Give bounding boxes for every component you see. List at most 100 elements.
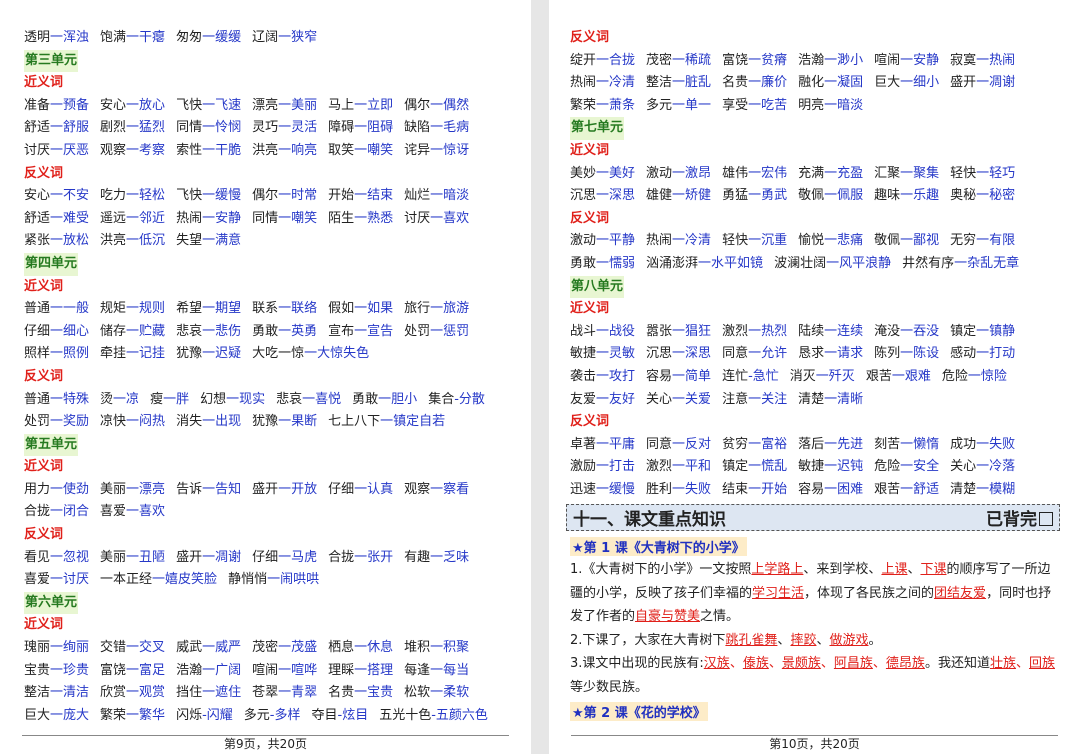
word: 交错	[100, 640, 127, 656]
word-pair: 镇定一慌乱	[722, 456, 787, 479]
word-pair: 绽开一合拢	[570, 50, 635, 73]
word-pair-row: 繁荣一萧条 多元一单一 享受一吃苦 明亮一暗淡	[570, 95, 1080, 118]
unit-heading: 第八单元	[570, 275, 1080, 299]
word: 沉思	[570, 188, 597, 204]
paragraph: 1.《大青树下的小学》一文按照上学路上、来到学校、上课、下课的顺序写了一所边疆的…	[570, 562, 1052, 625]
paired-word: 一缓慢	[596, 481, 636, 497]
paragraph: 3.课文中出现的民族有:汉族、傣族、景颇族、阿昌族、德昂族。我还知道壮族、回族等…	[570, 656, 1055, 695]
word: 遥远	[100, 210, 127, 226]
word-pair: 遥远一邻近	[100, 208, 165, 231]
paired-word: 一单一	[672, 97, 712, 113]
word: 飞快	[176, 97, 203, 113]
word-pair: 静悄悄一闹哄哄	[228, 569, 319, 592]
word: 欣赏	[100, 685, 127, 701]
memorized-check[interactable]: 已背完	[986, 505, 1053, 530]
paired-word: 一邻近	[126, 210, 166, 226]
category-label: 反义词	[24, 165, 64, 181]
word: 有趣	[404, 549, 431, 565]
unit-label: 第三单元	[24, 49, 79, 73]
word-pair: 趣味一乐趣	[874, 185, 939, 208]
paired-word: 一镇定自若	[380, 414, 446, 430]
word: 威武	[176, 640, 203, 656]
word-pair: 障碍一阻碍	[328, 117, 393, 140]
word-pair: 交错一交叉	[100, 637, 165, 660]
word-pair: 烫一凉	[100, 389, 139, 412]
word-pair: 讨厌一厌恶	[24, 140, 89, 163]
word-pair: 陆续一连续	[798, 321, 863, 344]
word: 注意	[722, 391, 749, 407]
word: 名贵	[722, 75, 749, 91]
paired-word: 一冷清	[596, 75, 636, 91]
paired-word: 一廉价	[748, 75, 788, 91]
word: 寂寞	[950, 52, 977, 68]
word-pair: 苍翠一青翠	[252, 682, 317, 705]
paired-word: 一乐趣	[900, 188, 940, 204]
word-pair: 安心一放心	[100, 95, 165, 118]
word: 宝贵	[24, 662, 51, 678]
paired-word: 一预备	[50, 97, 90, 113]
checkbox[interactable]	[1039, 512, 1053, 527]
word: 勇猛	[722, 188, 749, 204]
word-pair: 犹豫一迟疑	[176, 343, 241, 366]
paired-word: 一舒适	[900, 481, 940, 497]
word-pair: 匆匆一缓缓	[176, 27, 241, 50]
unit-heading: 第六单元	[24, 591, 531, 615]
word-pair: 多元一单一	[646, 95, 711, 118]
word: 安心	[100, 97, 127, 113]
paired-word: 一响亮	[278, 142, 318, 158]
word-pair: 卓著一平庸	[570, 434, 635, 457]
word: 索性	[176, 142, 203, 158]
word-pair: 希望一期望	[176, 298, 241, 321]
word: 漂亮	[252, 97, 279, 113]
word: 多元	[243, 707, 270, 723]
unit-label: 第六单元	[24, 591, 79, 615]
lesson-title: ★第 2 课《花的学校》	[570, 701, 708, 721]
word-pair: 漂亮一美丽	[252, 95, 317, 118]
word-pair: 剧烈一猛烈	[100, 117, 165, 140]
word: 犹豫	[176, 346, 203, 362]
paired-word: 一失败	[672, 481, 712, 497]
paired-word: 一佩服	[824, 188, 864, 204]
word: 卓著	[570, 436, 597, 452]
word: 雄伟	[722, 165, 749, 181]
paired-word: 一艰难	[891, 368, 931, 384]
word: 偶尔	[252, 188, 279, 204]
word-pair: 敏捷一迟钝	[798, 456, 863, 479]
word: 苍翠	[252, 685, 279, 701]
word: 迅速	[570, 481, 597, 497]
word-pair: 感动一打动	[950, 343, 1015, 366]
word: 勇敢	[352, 391, 379, 407]
word-pair: 淹没一吞没	[874, 321, 939, 344]
paired-word: 一安静	[900, 52, 940, 68]
word: 恳求	[798, 346, 825, 362]
paired-word: 一宏伟	[748, 165, 788, 181]
paired-word: 一每当	[430, 662, 470, 678]
paired-word: 一乏味	[430, 549, 470, 565]
paired-word: 一富足	[126, 662, 166, 678]
word: 美丽	[100, 481, 127, 497]
word-pair: 同情一怜悯	[176, 117, 241, 140]
category-label: 近义词	[24, 459, 64, 475]
unit-label: 第四单元	[24, 252, 79, 276]
word-pair: 多元-多样	[244, 705, 301, 728]
word: 美妙	[570, 165, 597, 181]
word-pair: 敬佩一鄙视	[874, 230, 939, 253]
word-pair: 繁荣一萧条	[570, 95, 635, 118]
word: 七上八下	[328, 414, 381, 430]
word-pair: 轻快一轻巧	[950, 163, 1015, 186]
word: 理睬	[328, 662, 355, 678]
word-pair: 融化一凝固	[798, 72, 863, 95]
lesson-title: ★第 1 课《大青树下的小学》	[570, 537, 747, 557]
word: 落后	[798, 436, 825, 452]
word: 轻快	[722, 233, 749, 249]
word-pair: 清楚一清晰	[798, 389, 863, 412]
word: 激动	[646, 165, 673, 181]
word: 茂密	[646, 52, 673, 68]
word-pair-row: 安心一不安 吃力一轻松 飞快一缓慢 偶尔一时常 开始一结束 灿烂一暗淡	[24, 185, 531, 208]
paired-word: 一悲伤	[202, 323, 242, 339]
word-pair-row: 战斗一战役 嚣张一猖狂 激烈一热烈 陆续一连续 淹没一吞没 镇定一镇静	[570, 321, 1080, 344]
word-pair: 敬佩一佩服	[798, 185, 863, 208]
paired-word: 一失败	[976, 436, 1016, 452]
paired-word: 一萧条	[596, 97, 636, 113]
word: 障碍	[328, 120, 355, 136]
